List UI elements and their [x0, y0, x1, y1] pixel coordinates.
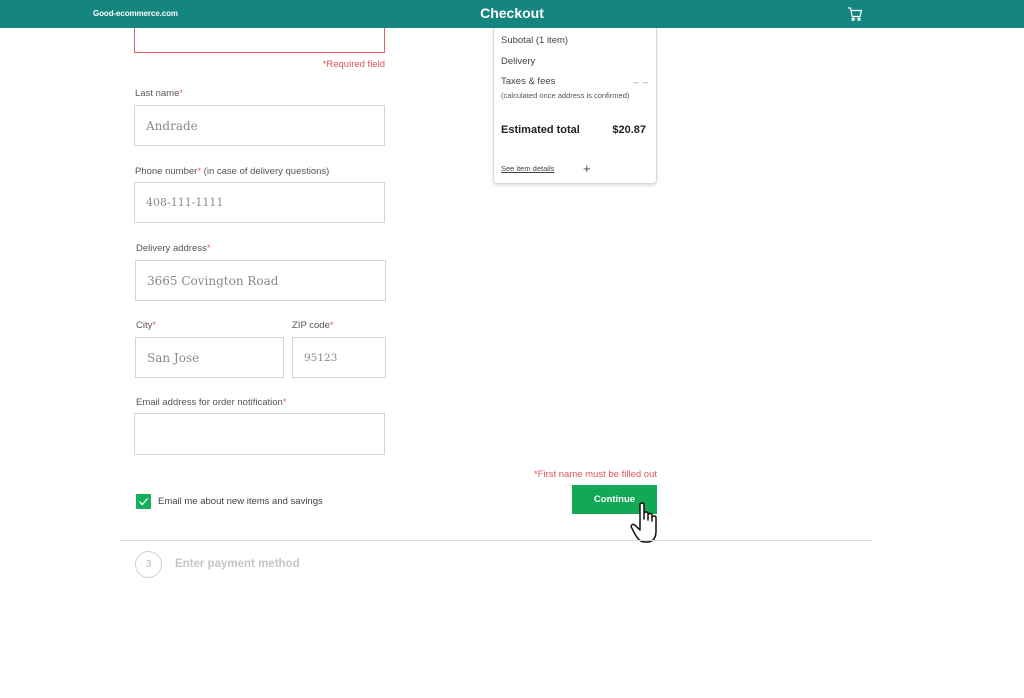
- city-field[interactable]: San Jose: [135, 337, 284, 378]
- section-divider: [120, 540, 872, 541]
- zip-value: 95123: [304, 351, 338, 364]
- city-value: San Jose: [147, 350, 200, 365]
- payment-step-title: Enter payment method: [175, 558, 300, 570]
- last-name-field[interactable]: Andrade: [134, 105, 385, 146]
- page-title: Checkout: [480, 5, 544, 21]
- hand-pointer-icon: [630, 502, 657, 543]
- first-name-error: *Required field: [322, 59, 385, 70]
- address-value: 3665 Covington Road: [147, 273, 279, 288]
- city-label: City*: [136, 320, 157, 331]
- zip-label: ZIP code*: [292, 320, 334, 331]
- top-bar: Good-ecommerce.com Checkout: [0, 0, 1024, 28]
- address-field[interactable]: 3665 Covington Road: [135, 260, 386, 301]
- email-field[interactable]: [134, 413, 385, 455]
- last-name-value: Andrade: [146, 118, 198, 133]
- zip-field[interactable]: 95123: [292, 337, 386, 378]
- email-label: Email address for order notification*: [136, 397, 287, 408]
- subtotal-label: Subotal (1 item): [501, 35, 569, 46]
- last-name-label: Last name*: [135, 88, 184, 99]
- newsletter-checkbox[interactable]: [136, 494, 151, 509]
- order-summary: Subotal (1 item) Delivery Taxes & fees –…: [493, 28, 657, 184]
- expand-plus-icon[interactable]: +: [583, 162, 591, 175]
- taxes-label: Taxes & fees: [501, 76, 556, 87]
- see-item-details-link[interactable]: See item details: [501, 164, 554, 173]
- delivery-label: Delivery: [501, 56, 536, 67]
- step-number-badge: 3: [135, 551, 162, 578]
- phone-value: 408-111-1111: [146, 196, 224, 209]
- address-label: Delivery address*: [136, 243, 211, 254]
- first-name-field[interactable]: [134, 28, 385, 53]
- estimated-total-value: $20.87: [612, 124, 646, 136]
- taxes-note: (calculated once address is confirmed): [501, 91, 630, 100]
- phone-field[interactable]: 408-111-1111: [134, 182, 385, 223]
- cart-icon[interactable]: [846, 5, 864, 23]
- checkmark-icon: [139, 498, 148, 506]
- newsletter-label[interactable]: Email me about new items and savings: [158, 496, 323, 507]
- phone-label: Phone number* (in case of delivery quest…: [135, 166, 330, 177]
- estimated-total-label: Estimated total: [501, 124, 580, 136]
- taxes-value: – –: [633, 77, 649, 87]
- submit-error: *First name must be filled out: [533, 469, 657, 480]
